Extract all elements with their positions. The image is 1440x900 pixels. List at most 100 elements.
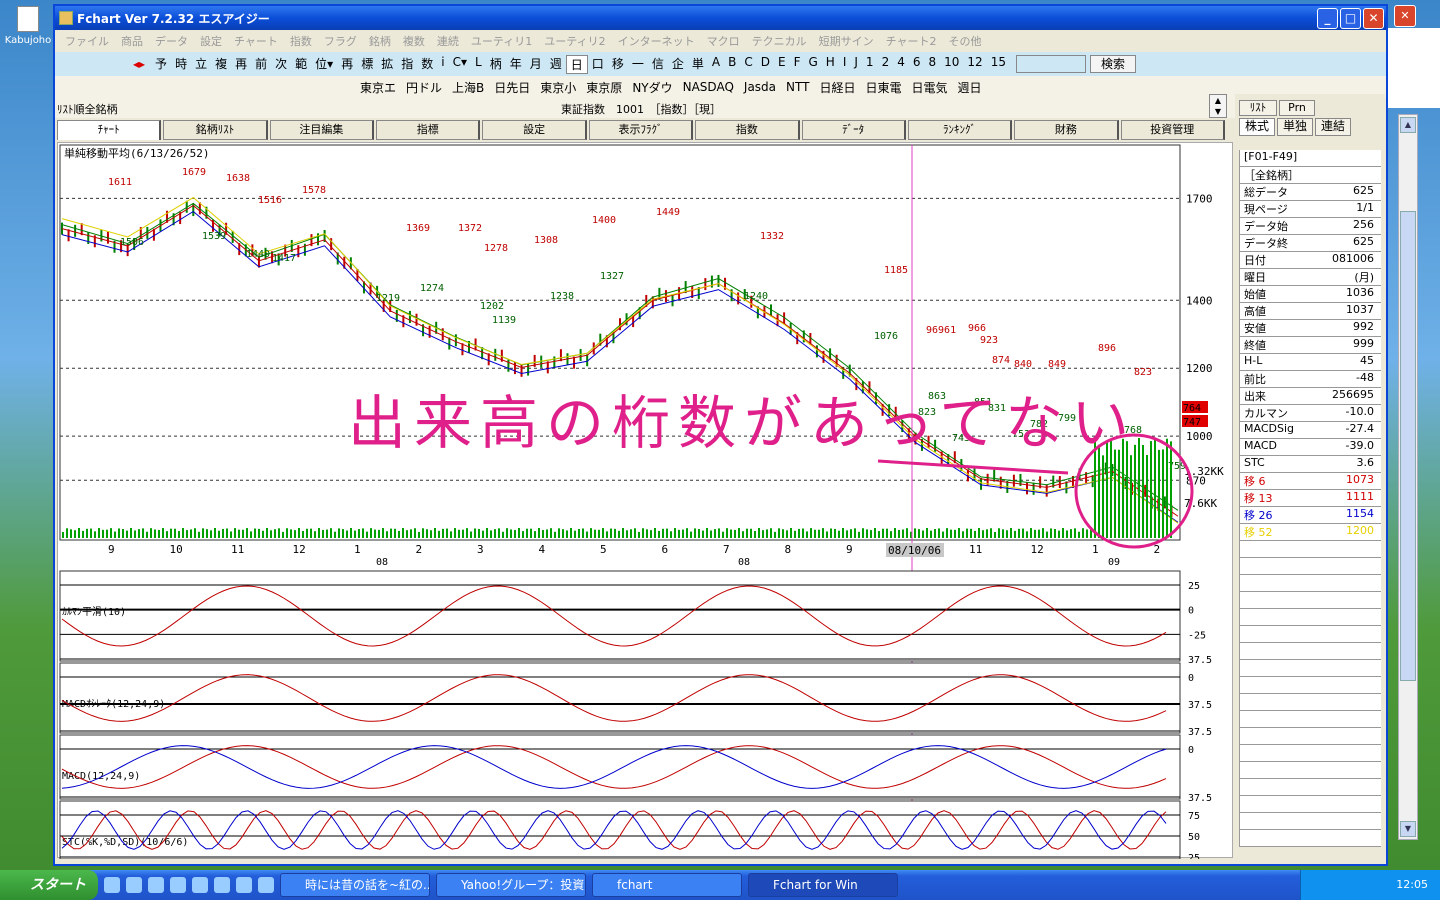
taskbar-task[interactable]: Fchart for Win <box>748 873 898 897</box>
scroll-down-icon[interactable]: ▼ <box>1400 821 1416 837</box>
period-button[interactable]: 範 <box>291 55 311 74</box>
period-button[interactable]: 一 <box>628 55 648 74</box>
tab-5[interactable]: 表示ﾌﾗｸﾞ <box>588 120 694 140</box>
menu-item[interactable]: ファイル <box>59 33 115 49</box>
period-button[interactable]: 拡 <box>377 55 397 74</box>
period-button[interactable]: H <box>822 55 839 74</box>
period-button[interactable]: 口 <box>588 55 608 74</box>
period-button[interactable]: 日 <box>565 54 588 74</box>
period-button[interactable]: 標 <box>357 55 377 74</box>
ie-icon[interactable] <box>104 877 120 893</box>
period-button[interactable]: A <box>708 55 724 74</box>
period-button[interactable]: 8 <box>924 55 940 74</box>
menu-item[interactable]: 連続 <box>431 33 465 49</box>
period-button[interactable]: 位▾ <box>311 55 337 74</box>
period-button[interactable]: 6 <box>909 55 925 74</box>
side-tab-bottom[interactable]: 単独 <box>1277 118 1313 136</box>
period-button[interactable]: 複 <box>211 55 231 74</box>
chart-svg[interactable]: 単純移動平均(6/13/26/52)1700140012001000870764… <box>58 143 1234 864</box>
close-icon[interactable]: ✕ <box>1394 5 1416 27</box>
period-button[interactable]: 週 <box>546 55 566 74</box>
index-button[interactable]: 東京エ <box>355 79 401 96</box>
period-button[interactable]: C <box>740 55 756 74</box>
menu-item[interactable]: チャート <box>228 33 284 49</box>
menu-item[interactable]: マクロ <box>701 33 746 49</box>
index-button[interactable]: 週日 <box>953 79 987 96</box>
search-input[interactable] <box>1015 55 1086 73</box>
menu-item[interactable]: 短期サイン <box>813 33 880 49</box>
close-button[interactable]: ✕ <box>1363 7 1384 29</box>
period-button[interactable]: 企 <box>668 55 688 74</box>
maximize-button[interactable]: □ <box>1340 7 1361 29</box>
tab-1[interactable]: 銘柄ﾘｽﾄ <box>163 120 268 140</box>
index-button[interactable]: 日東電 <box>860 79 906 96</box>
period-button[interactable]: G <box>804 55 821 74</box>
period-button[interactable]: i <box>437 55 448 74</box>
taskbar-task[interactable]: Yahoo!グループ：投資... <box>436 873 586 897</box>
period-button[interactable]: 前 <box>251 55 271 74</box>
side-tab-top[interactable]: Prn <box>1279 100 1315 116</box>
browser-icon[interactable] <box>126 877 142 893</box>
taskbar-task[interactable]: 時には昔の話を~紅の... <box>280 873 430 897</box>
menu-item[interactable]: ユーティリ2 <box>538 33 611 49</box>
menu-item[interactable]: その他 <box>942 33 987 49</box>
period-button[interactable]: B <box>724 55 740 74</box>
period-button[interactable]: 15 <box>987 55 1010 74</box>
side-tab-top[interactable]: ﾘｽﾄ <box>1239 100 1277 116</box>
menu-item[interactable]: 指数 <box>284 33 318 49</box>
tab-8[interactable]: ﾗﾝｷﾝｸﾞ <box>907 120 1013 140</box>
media-icon[interactable] <box>148 877 164 893</box>
menu-item[interactable]: 銘柄 <box>363 33 397 49</box>
index-button[interactable]: 日経日 <box>814 79 860 96</box>
period-button[interactable]: 4 <box>893 55 909 74</box>
period-button[interactable]: F <box>790 55 805 74</box>
period-button[interactable]: 2 <box>878 55 894 74</box>
period-button[interactable]: 12 <box>963 55 986 74</box>
tab-2[interactable]: 注目編集 <box>269 120 375 140</box>
period-button[interactable]: E <box>774 55 790 74</box>
index-button[interactable]: 上海B <box>447 79 489 96</box>
app-quicklaunch-icon[interactable] <box>192 877 208 893</box>
index-button[interactable]: NYダウ <box>627 79 677 96</box>
period-button[interactable]: 10 <box>940 55 963 74</box>
index-button[interactable]: 東京原 <box>581 79 627 96</box>
menu-item[interactable]: ユーティリ1 <box>465 33 538 49</box>
period-button[interactable]: 時 <box>171 55 191 74</box>
period-button[interactable]: 立 <box>191 55 211 74</box>
tab-3[interactable]: 指標 <box>376 120 481 140</box>
period-button[interactable]: 信 <box>648 55 668 74</box>
menu-item[interactable]: テクニカル <box>746 33 813 49</box>
side-tab-bottom[interactable]: 連結 <box>1315 118 1351 136</box>
period-button[interactable]: D <box>757 55 774 74</box>
period-button[interactable]: 柄 <box>486 55 506 74</box>
scroll-thumb[interactable] <box>1400 211 1416 681</box>
period-button[interactable]: 年 <box>506 55 526 74</box>
excel-icon[interactable] <box>258 877 274 893</box>
menu-item[interactable]: フラグ <box>318 33 363 49</box>
menu-item[interactable]: 複数 <box>397 33 431 49</box>
menu-item[interactable]: インターネット <box>612 33 701 49</box>
symbol-spinner[interactable]: ▲ ▼ <box>1209 94 1227 118</box>
period-button[interactable]: 指 <box>397 55 417 74</box>
index-button[interactable]: 日先日 <box>489 79 535 96</box>
index-button[interactable]: NASDAQ <box>678 80 739 94</box>
minimize-button[interactable]: _ <box>1317 7 1338 29</box>
menu-item[interactable]: 設定 <box>194 33 228 49</box>
index-button[interactable]: 日電気 <box>907 79 953 96</box>
period-button[interactable]: 数 <box>417 55 437 74</box>
index-button[interactable]: 東京小 <box>535 79 581 96</box>
period-button[interactable]: 再 <box>231 55 251 74</box>
index-button[interactable]: 円ドル <box>401 79 447 96</box>
period-button[interactable]: 単 <box>688 55 708 74</box>
app-quicklaunch-icon[interactable] <box>170 877 186 893</box>
app-quicklaunch-icon[interactable] <box>236 877 252 893</box>
period-button[interactable]: 月 <box>526 55 546 74</box>
desktop-icon[interactable]: Kabujoho <box>4 6 52 46</box>
menu-item[interactable]: チャート2 <box>880 33 943 49</box>
period-button[interactable]: J <box>850 55 862 74</box>
index-button[interactable]: NTT <box>781 80 814 94</box>
app-quicklaunch-icon[interactable] <box>214 877 230 893</box>
tab-7[interactable]: ﾃﾞｰﾀ <box>801 120 906 140</box>
period-button[interactable]: 再 <box>337 55 357 74</box>
arrow-left-right-icon[interactable]: ◂▸ <box>133 57 145 71</box>
